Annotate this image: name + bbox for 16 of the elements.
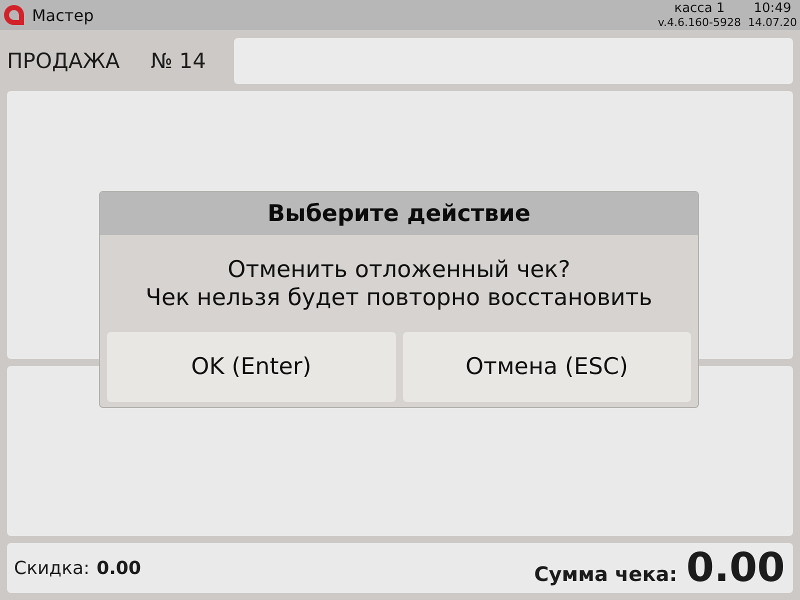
register-label: касса 1 xyxy=(673,1,726,16)
version-label: v.4.6.160-5928 xyxy=(658,16,742,29)
cancel-button[interactable]: Отмена (ESC) xyxy=(402,332,691,402)
logo-icon xyxy=(3,4,25,26)
clock-time: 10:49 xyxy=(752,1,792,16)
total-label: Сумма чека: xyxy=(534,562,678,586)
receipt-number: № 14 xyxy=(150,49,206,73)
app-name: Мастер xyxy=(32,6,94,24)
sale-title: ПРОДАЖА xyxy=(7,49,120,73)
total-value: 0.00 xyxy=(686,546,785,590)
discount-value: 0.00 xyxy=(96,558,141,578)
dialog-title: Выберите действие xyxy=(267,200,531,226)
ok-button[interactable]: OK (Enter) xyxy=(107,332,396,402)
date-label: 14.07.20 xyxy=(748,16,797,29)
discount-label: Скидка: xyxy=(14,558,90,578)
dialog-message: Отменить отложенный чек? Чек нельзя будет повторно восстановить xyxy=(144,256,654,312)
